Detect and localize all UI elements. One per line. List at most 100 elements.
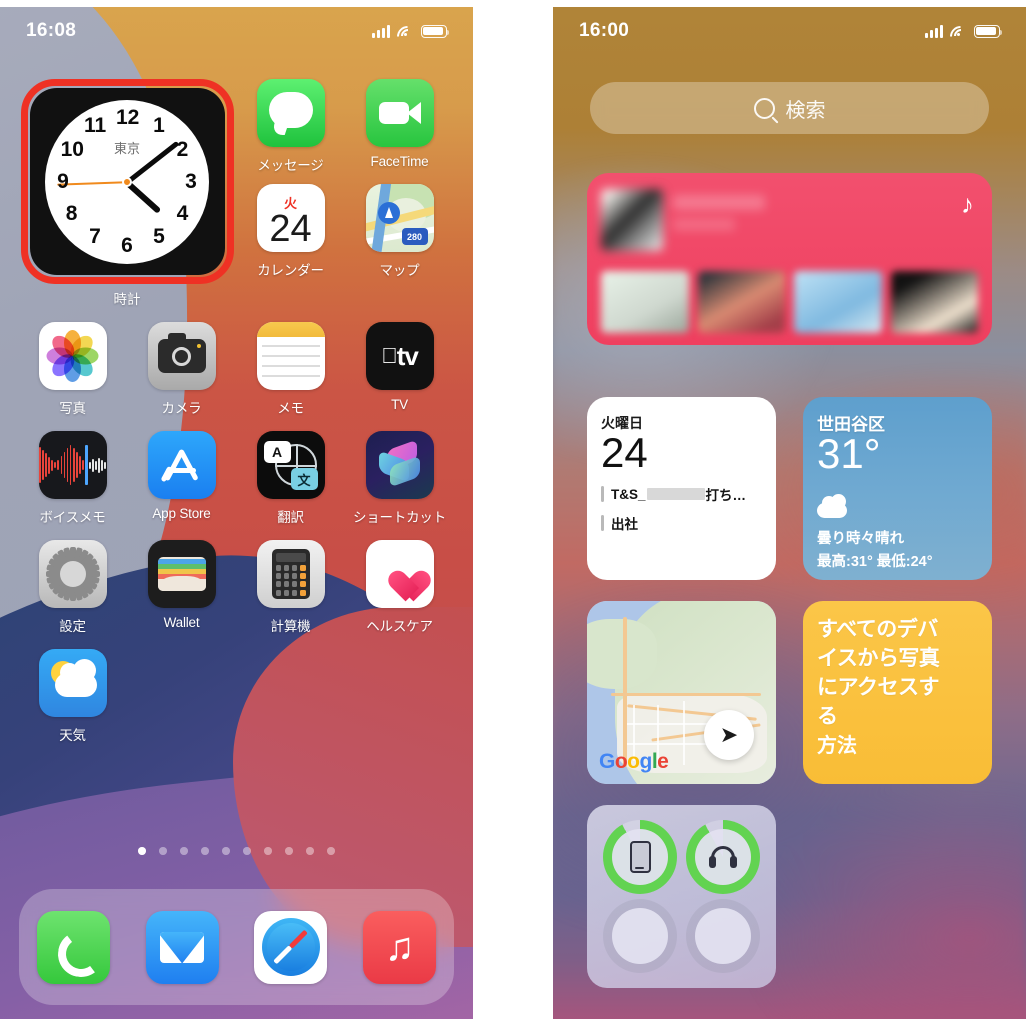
app-weather[interactable]: 天気 <box>18 649 127 744</box>
waveform-playhead <box>85 445 88 485</box>
app-grid: 東京 12 1 2 3 4 5 6 7 8 9 10 11 時計 メッセージ F… <box>0 79 473 744</box>
wifi-icon <box>392 21 423 51</box>
page-dot[interactable] <box>159 847 167 855</box>
phone-device-icon <box>629 840 651 873</box>
clock-widget-highlight <box>20 79 234 284</box>
app-calendar[interactable]: 火 24 カレンダー <box>236 184 345 279</box>
artist-name-redacted <box>673 218 735 231</box>
app-label: ヘルスケア <box>366 619 433 634</box>
calculator-key <box>291 565 298 571</box>
settings-icon <box>38 540 107 608</box>
google-logo-letter: o <box>614 750 628 773</box>
app-voice-memos[interactable]: ボイスメモ <box>18 431 127 526</box>
page-dot[interactable] <box>285 847 293 855</box>
calculator-key <box>283 589 290 596</box>
status-bar-right: 16:00 <box>553 7 1026 55</box>
page-dot[interactable] <box>222 847 230 855</box>
app-facetime[interactable]: FaceTime <box>345 79 454 174</box>
app-tv[interactable]: tv TV <box>345 322 454 417</box>
app-translate[interactable]: A 文 翻訳 <box>236 431 345 526</box>
google-logo: Google <box>599 750 669 774</box>
page-dot[interactable] <box>201 847 209 855</box>
waveform-bar <box>88 461 91 469</box>
waveform-bar <box>82 460 84 470</box>
app-settings[interactable]: 設定 <box>18 540 127 635</box>
calendar-event: 出社 <box>601 513 762 533</box>
battery-ring-iphone <box>603 819 678 894</box>
note-line-1: すべてのデバ <box>817 618 938 641</box>
music-tile[interactable] <box>601 271 689 333</box>
page-dot[interactable] <box>180 847 188 855</box>
app-health[interactable]: ヘルスケア <box>345 540 454 635</box>
calculator-key <box>299 581 306 588</box>
waveform-bar <box>60 456 63 474</box>
event-title-suffix: 打ち… <box>705 488 747 503</box>
app-label: 天気 <box>59 728 86 743</box>
page-dot[interactable] <box>243 847 251 855</box>
locate-arrow-icon[interactable]: ➤ <box>704 710 754 760</box>
calendar-widget[interactable]: 火曜日 24 T&S_ 打ち… 出社 <box>587 397 776 580</box>
weather-temperature: 31° <box>817 430 881 477</box>
status-bar-left: 16:08 <box>0 7 473 55</box>
music-tile[interactable] <box>794 271 882 333</box>
calculator-key <box>283 565 290 571</box>
page-dot[interactable] <box>306 847 314 855</box>
calculator-key <box>283 573 290 580</box>
calculator-icon <box>256 540 325 608</box>
clock-widget[interactable]: 東京 12 1 2 3 4 5 6 7 8 9 10 11 <box>20 79 234 284</box>
weather-widget[interactable]: 世田谷区 31° 曇り時々晴れ 最高:31° 最低:24° <box>803 397 992 580</box>
event-title-redaction <box>646 488 705 500</box>
app-label: 計算機 <box>270 619 311 634</box>
page-dot[interactable] <box>138 847 146 855</box>
iphone-home-screen: 16:08 東京 12 1 2 3 4 5 6 7 8 9 10 11 時計 メ… <box>0 7 473 1019</box>
app-maps[interactable]: 280 マップ <box>345 184 454 279</box>
app-notes[interactable]: メモ <box>236 322 345 417</box>
calendar-event: T&S_ 打ち… <box>601 484 762 504</box>
app-camera[interactable]: カメラ <box>127 322 236 417</box>
app-label: マップ <box>379 263 420 278</box>
waveform-bar <box>63 452 66 478</box>
mail-icon[interactable] <box>145 910 219 984</box>
translate-source-letter: A <box>263 441 291 463</box>
phone-icon[interactable] <box>36 910 110 984</box>
search-field[interactable]: 検索 <box>590 82 989 134</box>
maps-route-badge: 280 <box>401 228 428 245</box>
event-color-bar <box>601 486 604 502</box>
page-indicator[interactable] <box>0 847 473 855</box>
screenshot-root: 16:08 東京 12 1 2 3 4 5 6 7 8 9 10 11 時計 メ… <box>0 0 1026 1026</box>
waveform-bar <box>66 448 69 482</box>
app-label: FaceTime <box>370 154 429 169</box>
calculator-key <box>299 565 306 571</box>
event-title: 出社 <box>611 517 638 532</box>
app-label: メモ <box>277 401 304 416</box>
tv-icon: tv <box>365 322 434 390</box>
waveform-bar <box>98 457 100 473</box>
google-maps-widget[interactable]: Google ➤ <box>587 601 776 784</box>
note-widget[interactable]: すべてのデバ イスから写真 にアクセスす る 方法 <box>803 601 992 784</box>
app-calculator[interactable]: 計算機 <box>236 540 345 635</box>
app-app-store[interactable]: App Store <box>127 431 236 526</box>
photos-icon <box>38 322 107 390</box>
music-tile-row <box>601 271 978 333</box>
music-widget[interactable]: ♪ <box>587 173 992 345</box>
safari-icon[interactable] <box>254 910 328 984</box>
calculator-key <box>291 573 298 580</box>
waveform-bar <box>95 460 97 470</box>
page-dot[interactable] <box>264 847 272 855</box>
waveform-bar <box>75 452 78 478</box>
dock: ♫ <box>19 889 454 1005</box>
music-tile[interactable] <box>697 271 785 333</box>
calculator-key <box>291 589 298 596</box>
page-dot[interactable] <box>327 847 335 855</box>
waveform-bar <box>104 461 107 469</box>
app-shortcuts[interactable]: ショートカット <box>345 431 454 526</box>
music-icon[interactable]: ♫ <box>363 910 437 984</box>
music-tile[interactable] <box>890 271 978 333</box>
app-wallet[interactable]: Wallet <box>127 540 236 635</box>
app-label: App Store <box>152 506 211 521</box>
battery-widget[interactable] <box>587 805 776 988</box>
note-line-4: る <box>817 705 838 728</box>
app-photos[interactable]: 写真 <box>18 322 127 417</box>
messages-icon <box>256 79 325 147</box>
app-messages[interactable]: メッセージ <box>236 79 345 174</box>
